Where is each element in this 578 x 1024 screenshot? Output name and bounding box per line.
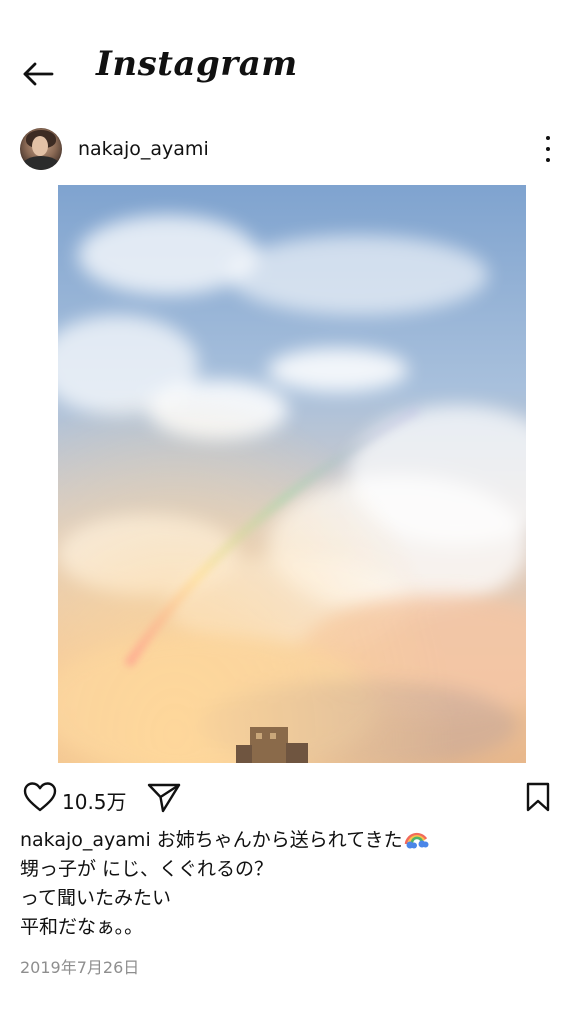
post-header: nakajo_ayami bbox=[0, 124, 578, 176]
back-button[interactable] bbox=[18, 56, 58, 92]
post-date: 2019年7月26日 bbox=[20, 958, 140, 977]
post-image[interactable] bbox=[58, 185, 526, 763]
caption-line-2: 甥っ子が にじ、くぐれるの？ bbox=[20, 858, 274, 880]
caption-username[interactable]: nakajo_ayami bbox=[20, 829, 151, 851]
like-count: 10.5万 bbox=[62, 790, 127, 814]
instagram-logo: Instagram bbox=[96, 44, 298, 84]
like-button[interactable] bbox=[22, 781, 58, 813]
post-caption: nakajo_ayami お姉ちゃんから送られてきた 甥っ子が にじ、くぐれるの… bbox=[20, 826, 560, 942]
post-username[interactable]: nakajo_ayami bbox=[78, 138, 209, 160]
caption-line-3: って聞いたみたい bbox=[20, 887, 172, 909]
top-bar: Instagram bbox=[0, 0, 578, 120]
arrow-left-icon bbox=[23, 62, 54, 86]
post-actions: 10.5万 bbox=[0, 775, 578, 819]
heart-icon bbox=[23, 782, 57, 812]
caption-line-1: nakajo_ayami お姉ちゃんから送られてきた bbox=[20, 826, 560, 855]
avatar[interactable] bbox=[20, 128, 62, 170]
more-vertical-icon bbox=[546, 136, 550, 140]
caption-line-4: 平和だなぁ。。 bbox=[20, 916, 144, 938]
more-options-button[interactable] bbox=[536, 134, 560, 164]
bookmark-icon bbox=[526, 782, 550, 812]
caption-text: お姉ちゃんから送られてきた bbox=[156, 829, 403, 851]
send-icon bbox=[147, 783, 181, 813]
rainbow-emoji bbox=[403, 827, 429, 849]
share-button[interactable] bbox=[146, 781, 182, 813]
save-button[interactable] bbox=[522, 781, 554, 813]
